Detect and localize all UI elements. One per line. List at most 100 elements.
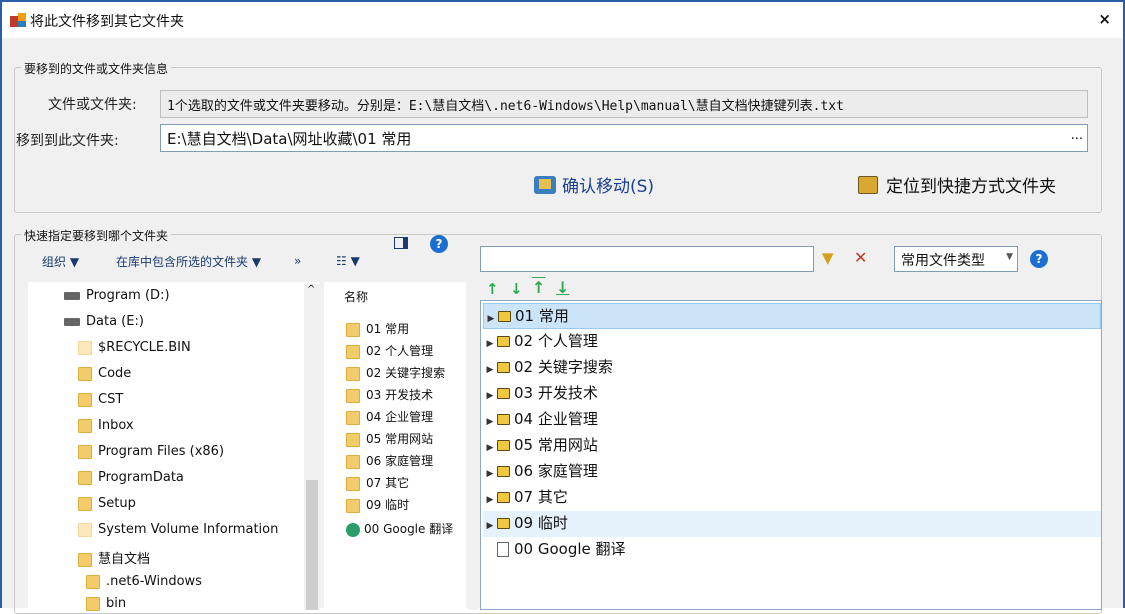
- folder-tree[interactable]: ▶ 01 常用 ▶ 02 个人管理 ▶ 02 关键字搜索 ▶ 03 开发技术 ▶ 04 企…: [480, 300, 1102, 610]
- tree-node[interactable]: ▶ 06 家庭管理: [483, 459, 1101, 485]
- expand-arrow-icon[interactable]: ▶: [484, 307, 498, 331]
- file-item[interactable]: 05 常用网站: [346, 430, 433, 447]
- file-item[interactable]: 01 常用: [346, 320, 409, 337]
- target-folder-input[interactable]: E:\慧自文档\Data\网址收藏\01 常用 ...: [160, 124, 1088, 152]
- nav-item[interactable]: 慧自文档: [78, 548, 150, 567]
- title-bar: 将此文件移到其它文件夹 ×: [2, 2, 1123, 38]
- tree-node[interactable]: ▶ 09 临时: [483, 511, 1101, 537]
- folder-icon: [346, 498, 360, 513]
- nav-item[interactable]: Program (D:): [64, 288, 170, 303]
- move-bottom-icon[interactable]: ↓: [556, 278, 569, 297]
- folder-icon: [498, 311, 511, 322]
- chevron-down-icon[interactable]: ▼: [1006, 252, 1013, 262]
- locate-shortcut-label: 定位到快捷方式文件夹: [886, 177, 1056, 197]
- organize-menu[interactable]: 组织 ▼: [42, 253, 79, 270]
- folder-icon: [497, 388, 510, 399]
- expand-arrow-icon[interactable]: ▶: [483, 410, 497, 434]
- nav-item[interactable]: .net6-Windows: [86, 574, 202, 589]
- filter-help-icon[interactable]: ?: [1030, 250, 1048, 268]
- tree-node[interactable]: 00 Google 翻译: [483, 537, 1101, 563]
- drive-icon: [64, 317, 80, 326]
- nav-item[interactable]: bin: [86, 596, 126, 611]
- tree-node[interactable]: ▶ 07 其它: [483, 485, 1101, 511]
- nav-scrollbar[interactable]: ^: [304, 284, 320, 610]
- nav-item[interactable]: Inbox: [78, 418, 134, 433]
- move-icon: [534, 175, 556, 194]
- printer-icon: [858, 175, 878, 194]
- file-type-value: 常用文件类型: [901, 253, 985, 269]
- file-icon: [497, 542, 509, 557]
- column-header-name[interactable]: 名称: [344, 288, 368, 305]
- view-options-button[interactable]: ☷ ▼: [336, 254, 360, 268]
- folder-icon: [78, 418, 92, 433]
- folder-icon: [497, 518, 510, 529]
- target-folder-value: E:\慧自文档\Data\网址收藏\01 常用: [167, 130, 412, 148]
- nav-item[interactable]: System Volume Information: [78, 522, 278, 537]
- folder-filter-input[interactable]: [480, 246, 814, 272]
- nav-item[interactable]: Data (E:): [64, 314, 144, 329]
- move-top-icon[interactable]: ↑: [532, 278, 545, 297]
- more-button[interactable]: »: [294, 254, 301, 268]
- expand-arrow-icon[interactable]: ▶: [483, 358, 497, 382]
- expand-arrow-icon[interactable]: ▶: [483, 384, 497, 408]
- tree-node[interactable]: ▶ 03 开发技术: [483, 381, 1101, 407]
- folder-icon: [78, 340, 92, 355]
- expand-arrow-icon[interactable]: ▶: [483, 436, 497, 460]
- folder-icon: [346, 366, 360, 381]
- file-item[interactable]: 00 Google 翻译: [346, 520, 453, 537]
- expand-arrow-icon[interactable]: ▶: [483, 488, 497, 512]
- folder-icon: [78, 552, 92, 567]
- folder-icon: [346, 388, 360, 403]
- nav-item[interactable]: Program Files (x86): [78, 444, 224, 459]
- nav-item[interactable]: ProgramData: [78, 470, 184, 485]
- file-item[interactable]: 04 企业管理: [346, 408, 433, 425]
- file-list-pane[interactable]: 名称 01 常用 02 个人管理 02 关键字搜索 03 开发技术 04 企业管…: [324, 282, 466, 610]
- confirm-move-button[interactable]: 确认移动(S): [534, 172, 654, 197]
- include-in-library-menu[interactable]: 在库中包含所选的文件夹 ▼: [116, 253, 261, 270]
- source-label: 文件或文件夹:: [48, 97, 137, 113]
- file-item[interactable]: 02 关键字搜索: [346, 364, 445, 381]
- info-group-legend: 要移到的文件或文件夹信息: [21, 60, 172, 77]
- nav-item[interactable]: Code: [78, 366, 131, 381]
- filter-icon[interactable]: ▼: [822, 249, 834, 267]
- folder-icon: [78, 470, 92, 485]
- tree-node[interactable]: ▶ 02 关键字搜索: [483, 355, 1101, 381]
- file-item[interactable]: 03 开发技术: [346, 386, 433, 403]
- nav-item[interactable]: CST: [78, 392, 123, 407]
- file-item[interactable]: 09 临时: [346, 496, 409, 513]
- nav-scrollbar-thumb[interactable]: [306, 480, 318, 610]
- folder-icon: [497, 466, 510, 477]
- folder-icon: [78, 444, 92, 459]
- browse-button[interactable]: ...: [1071, 128, 1083, 143]
- tree-node[interactable]: ▶ 04 企业管理: [483, 407, 1101, 433]
- source-field: 1个选取的文件或文件夹要移动。分别是：E:\慧自文档\.net6-Windows…: [160, 90, 1088, 118]
- preview-pane-button[interactable]: [394, 237, 408, 249]
- file-item[interactable]: 06 家庭管理: [346, 452, 433, 469]
- folder-icon: [497, 336, 510, 347]
- move-dialog: 将此文件移到其它文件夹 × 要移到的文件或文件夹信息 文件或文件夹: 1个选取的…: [0, 0, 1125, 614]
- file-item[interactable]: 07 其它: [346, 474, 409, 491]
- tree-node[interactable]: ▶ 05 常用网站: [483, 433, 1101, 459]
- help-icon[interactable]: ?: [430, 235, 448, 253]
- clear-filter-icon[interactable]: ✕: [854, 248, 867, 267]
- move-down-icon[interactable]: ↓: [510, 280, 523, 298]
- move-up-icon[interactable]: ↑: [486, 280, 499, 298]
- file-item[interactable]: 02 个人管理: [346, 342, 433, 359]
- locate-shortcut-button[interactable]: 定位到快捷方式文件夹: [858, 172, 1056, 197]
- pane-splitter[interactable]: [468, 300, 478, 610]
- navigation-pane[interactable]: Program (D:) Data (E:) $RECYCLE.BIN Code…: [28, 282, 320, 611]
- expand-arrow-icon[interactable]: ▶: [483, 332, 497, 356]
- window-title: 将此文件移到其它文件夹: [30, 14, 184, 30]
- tree-node[interactable]: ▶ 02 个人管理: [483, 329, 1101, 355]
- scroll-up-icon[interactable]: ^: [307, 284, 315, 295]
- expand-arrow-icon[interactable]: ▶: [483, 514, 497, 538]
- confirm-move-label: 确认移动(S): [562, 177, 655, 197]
- folder-icon: [346, 454, 360, 469]
- file-type-select[interactable]: 常用文件类型 ▼: [894, 246, 1018, 272]
- nav-item[interactable]: Setup: [78, 496, 136, 511]
- tree-node[interactable]: ▶ 01 常用: [483, 303, 1101, 329]
- expand-arrow-icon[interactable]: ▶: [483, 462, 497, 486]
- folder-icon: [346, 322, 360, 337]
- nav-item[interactable]: $RECYCLE.BIN: [78, 340, 191, 355]
- close-button[interactable]: ×: [1098, 10, 1111, 28]
